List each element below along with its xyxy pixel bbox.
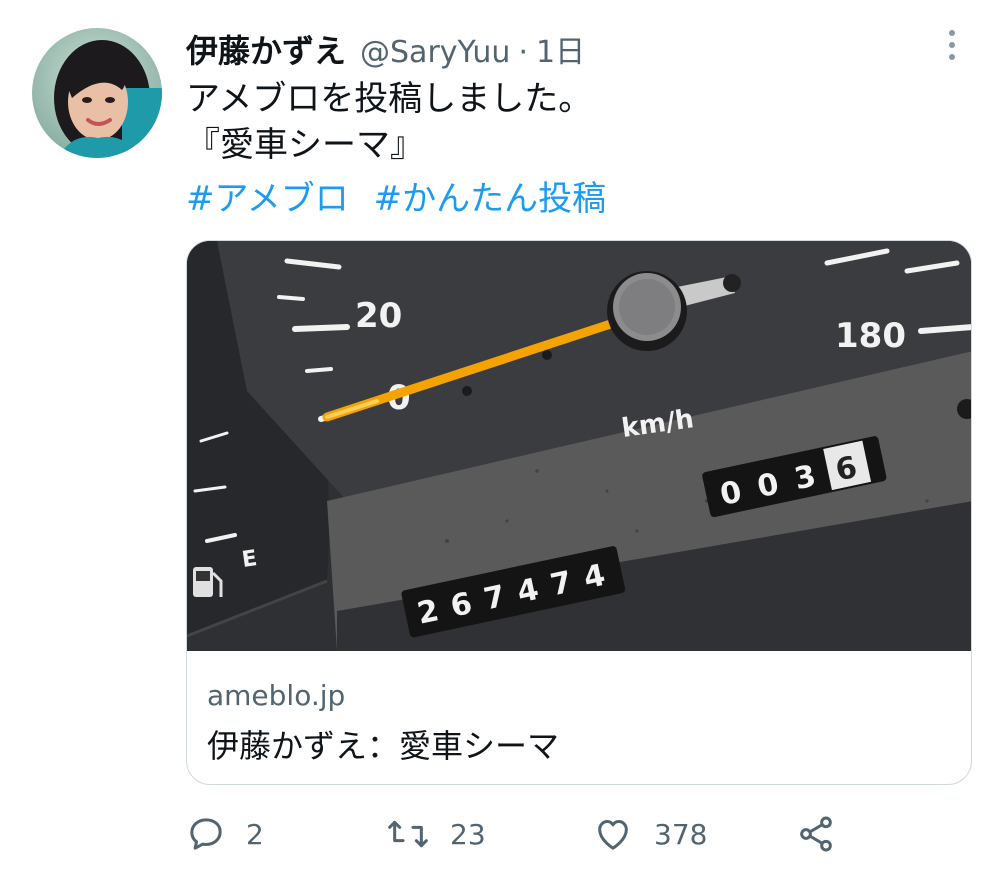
dial-label-20: 20 bbox=[355, 296, 402, 336]
hashtag-link[interactable]: #アメブロ bbox=[186, 179, 349, 219]
share-button[interactable] bbox=[796, 808, 836, 860]
tweet-hashtags: #アメブロ #かんたん投稿 bbox=[186, 176, 620, 222]
retweet-icon bbox=[388, 820, 428, 848]
author-handle[interactable]: @SaryYuu bbox=[360, 35, 510, 70]
author-display-name[interactable]: 伊藤かずえ bbox=[186, 26, 346, 72]
retweet-button[interactable]: 23 bbox=[386, 808, 486, 860]
heart-icon bbox=[598, 820, 628, 850]
like-button[interactable]: 378 bbox=[592, 808, 707, 860]
card-domain: ameblo.jp bbox=[207, 679, 346, 712]
hashtag-link[interactable]: #かんたん投稿 bbox=[374, 179, 607, 219]
tweet-action-bar: 2 23 378 bbox=[186, 808, 886, 860]
tweet-timestamp[interactable]: 1日 bbox=[536, 27, 585, 71]
reply-button[interactable]: 2 bbox=[186, 808, 264, 860]
reply-icon bbox=[190, 818, 222, 850]
card-image-speedometer[interactable]: 20 0 180 E km/h bbox=[187, 241, 971, 651]
reply-count: 2 bbox=[246, 817, 264, 851]
tweet-header: 伊藤かずえ @SaryYuu · 1日 bbox=[186, 26, 585, 72]
card-title: 伊藤かずえ：愛車シーマ bbox=[207, 727, 560, 765]
retweet-count: 23 bbox=[450, 817, 486, 851]
tweet-text-line: 『愛車シーマ』 bbox=[186, 125, 424, 165]
tweet-text-line: アメブロを投稿しました。 bbox=[186, 79, 593, 119]
like-count: 378 bbox=[654, 817, 708, 851]
link-card[interactable]: 20 0 180 E km/h bbox=[186, 240, 972, 785]
dial-label-180: 180 bbox=[835, 316, 906, 356]
header-separator: · bbox=[518, 35, 528, 70]
author-avatar[interactable] bbox=[32, 28, 162, 158]
share-icon bbox=[800, 816, 832, 852]
more-options-icon[interactable] bbox=[940, 28, 964, 62]
tweet-text: アメブロを投稿しました。 『愛車シーマ』 bbox=[186, 76, 592, 168]
